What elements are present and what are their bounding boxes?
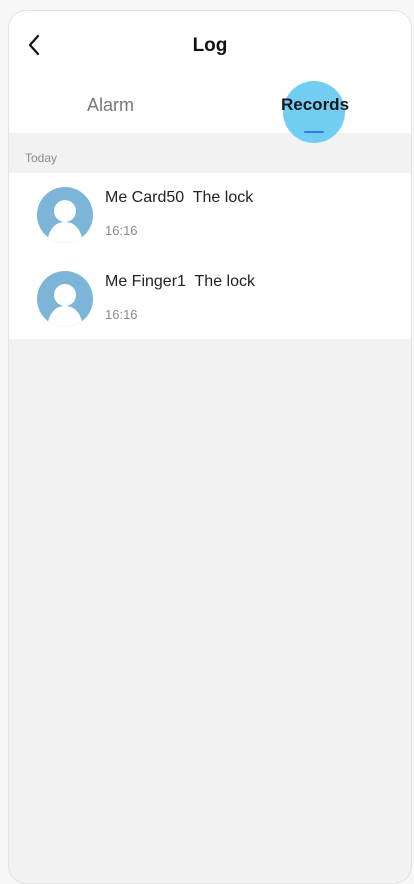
tab-alarm[interactable]: Alarm	[87, 95, 134, 116]
page-title: Log	[192, 35, 228, 56]
record-time: 16:16	[105, 223, 138, 238]
active-tab-indicator	[304, 131, 324, 133]
record-text: Me Card50 The lock	[105, 189, 254, 206]
records-list: Me Card50 The lock 16:16 Me Finger1 The …	[9, 173, 411, 339]
list-item[interactable]: Me Card50 The lock 16:16	[9, 173, 411, 253]
tab-records[interactable]: Records	[281, 95, 349, 115]
record-time: 16:16	[105, 307, 138, 322]
tab-records-container[interactable]: Records	[281, 81, 349, 143]
app-screen: Log Alarm Records Today Me Card50 The lo…	[8, 10, 412, 884]
section-label-today: Today	[25, 151, 58, 165]
record-text: Me Finger1 The lock	[105, 273, 255, 290]
header: Log Alarm Records	[9, 11, 411, 143]
user-avatar-icon	[37, 271, 93, 327]
user-avatar-icon	[37, 187, 93, 243]
list-item[interactable]: Me Finger1 The lock 16:16	[9, 257, 411, 337]
